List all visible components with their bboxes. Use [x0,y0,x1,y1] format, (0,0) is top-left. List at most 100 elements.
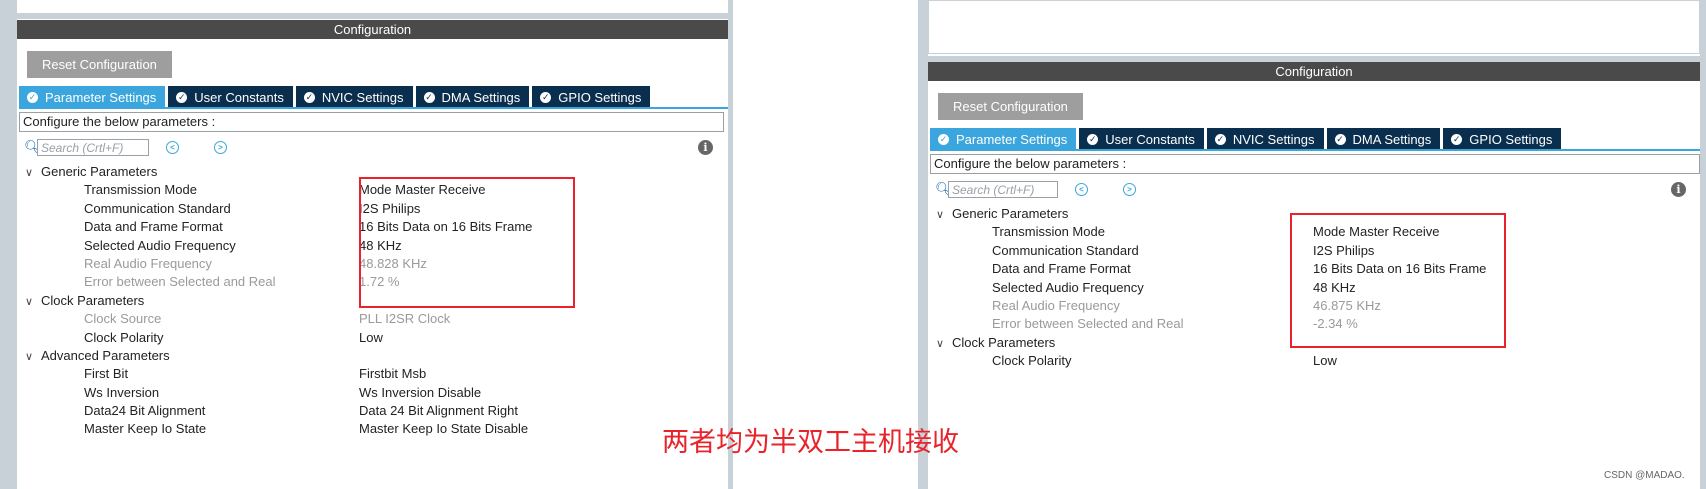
check-circle-icon: ✓ [540,91,552,103]
left-search-input[interactable] [37,139,149,156]
tab-label: DMA Settings [1352,131,1432,147]
param-group-name: Generic Parameters [952,206,1069,221]
chevron-right-circle-icon[interactable]: > [214,141,227,154]
param-group-name: Clock Parameters [952,334,1056,350]
tab-label: GPIO Settings [558,89,642,105]
check-circle-icon: ✓ [1451,133,1463,145]
tab-parameter-settings[interactable]: ✓ Parameter Settings [930,128,1077,150]
param-name: Selected Audio Frequency [84,237,236,253]
param-name: Clock Source [84,311,162,327]
left-reset-configuration-button[interactable]: Reset Configuration [27,51,172,78]
tab-dma-settings[interactable]: ✓ DMA Settings [415,86,530,108]
info-icon[interactable]: i [698,140,713,155]
left-config-header: Configuration [17,20,728,39]
left-configure-label: Configure the below parameters : [19,112,724,132]
param-name: Error between Selected and Real [992,316,1184,332]
param-name: Real Audio Frequency [992,297,1120,313]
left-config-panel: Configuration Reset Configuration ✓ Param… [17,0,728,489]
right-highlight-box [1290,213,1506,348]
param-group-name: Generic Parameters [41,164,158,179]
right-config-header: Configuration [928,62,1700,81]
right-config-panel: Configuration Reset Configuration ✓ Param… [928,0,1700,489]
watermark: CSDN @MADAO. [1604,470,1685,481]
param-group-name: Advanced Parameters [41,347,170,363]
param-value[interactable]: Firstbit Msb [359,365,426,383]
left-tab-bar: ✓ Parameter Settings ✓ User Constants ✓ NVIC … [19,86,653,108]
tab-label: NVIC Settings [321,89,404,105]
param-name: Clock Polarity [84,329,164,345]
tab-gpio-settings[interactable]: ✓ GPIO Settings [532,86,651,108]
tab-label: DMA Settings [441,89,521,105]
check-circle-icon: ✓ [1087,133,1099,145]
param-name: Communication Standard [992,242,1139,258]
chevron-left-circle-icon[interactable]: < [166,141,179,154]
param-name: Data and Frame Format [84,219,223,235]
left-highlight-box [359,177,575,308]
right-tab-underline [930,149,1700,151]
chevron-down-icon[interactable]: ∨ [936,335,952,353]
check-circle-icon: ✓ [938,133,949,145]
param-group-name: Clock Parameters [41,292,145,308]
chevron-right-circle-icon[interactable]: > [1123,183,1136,196]
param-row[interactable]: Master Keep Io State Master Keep Io State… [25,420,725,438]
right-upper-area [928,0,1700,54]
tab-user-constants[interactable]: ✓ User Constants [1079,128,1204,150]
param-name: Error between Selected and Real [84,274,276,290]
chevron-left-circle-icon[interactable]: < [1075,183,1088,196]
param-group-header[interactable]: ∨ Advanced Parameters [25,347,725,365]
check-circle-icon: ✓ [1334,133,1346,145]
chevron-down-icon[interactable]: ∨ [25,348,41,366]
right-reset-configuration-button[interactable]: Reset Configuration [938,93,1083,120]
param-row[interactable]: Data24 Bit Alignment Data 24 Bit Alignmen… [25,402,725,420]
param-value[interactable]: Low [359,329,383,347]
param-name: Transmission Mode [84,182,197,198]
left-window-right-edge [728,0,733,489]
right-search-input[interactable] [948,181,1058,198]
tab-nvic-settings[interactable]: ✓ NVIC Settings [295,86,413,108]
check-circle-icon: ✓ [1214,133,1226,145]
tab-nvic-settings[interactable]: ✓ NVIC Settings [1206,128,1324,150]
check-circle-icon: ✓ [176,91,188,103]
param-name: Data24 Bit Alignment [84,403,206,419]
param-value[interactable]: Master Keep Io State Disable [359,420,528,438]
param-value[interactable]: Ws Inversion Disable [359,384,481,402]
right-window-right-edge [1700,0,1706,489]
left-window-frame [0,0,17,489]
tab-label: GPIO Settings [1469,131,1553,147]
left-header-gap [17,13,728,19]
right-tab-bar: ✓ Parameter Settings ✓ User Constants ✓ NVIC … [930,128,1564,150]
param-name: Data and Frame Format [992,261,1131,277]
param-name: Real Audio Frequency [84,255,212,271]
param-row[interactable]: Clock Polarity Low [25,329,725,347]
param-value: PLL I2SR Clock [359,311,451,327]
param-row[interactable]: First Bit Firstbit Msb [25,365,725,383]
param-value[interactable]: Low [1313,352,1337,370]
tab-label: Parameter Settings [45,89,157,105]
check-circle-icon: ✓ [27,91,38,103]
caption-text: 两者均为半双工主机接收 [662,427,959,458]
param-row: Clock Source PLL I2SR Clock [25,310,725,328]
left-tab-underline [19,107,728,109]
tab-gpio-settings[interactable]: ✓ GPIO Settings [1443,128,1562,150]
param-name: Communication Standard [84,200,231,216]
param-name: First Bit [84,366,129,382]
param-row[interactable]: Ws Inversion Ws Inversion Disable [25,384,725,402]
tab-parameter-settings[interactable]: ✓ Parameter Settings [19,86,166,108]
tab-user-constants[interactable]: ✓ User Constants [168,86,293,108]
chevron-down-icon[interactable]: ∨ [936,206,952,224]
param-name: Transmission Mode [992,224,1105,240]
info-icon[interactable]: i [1671,182,1686,197]
chevron-down-icon[interactable]: ∨ [25,293,41,311]
param-row[interactable]: Clock Polarity Low [936,352,1696,370]
chevron-down-icon[interactable]: ∨ [25,164,41,182]
check-circle-icon: ✓ [303,91,315,103]
param-name: Clock Polarity [992,353,1072,369]
param-value[interactable]: Data 24 Bit Alignment Right [359,402,518,420]
right-window-left-edge [918,0,928,489]
param-name: Selected Audio Frequency [992,279,1144,295]
tab-label: NVIC Settings [1232,131,1315,147]
tab-dma-settings[interactable]: ✓ DMA Settings [1326,128,1441,150]
param-name: Master Keep Io State [84,421,207,437]
tab-label: User Constants [1105,131,1195,147]
param-name: Ws Inversion [84,384,160,400]
